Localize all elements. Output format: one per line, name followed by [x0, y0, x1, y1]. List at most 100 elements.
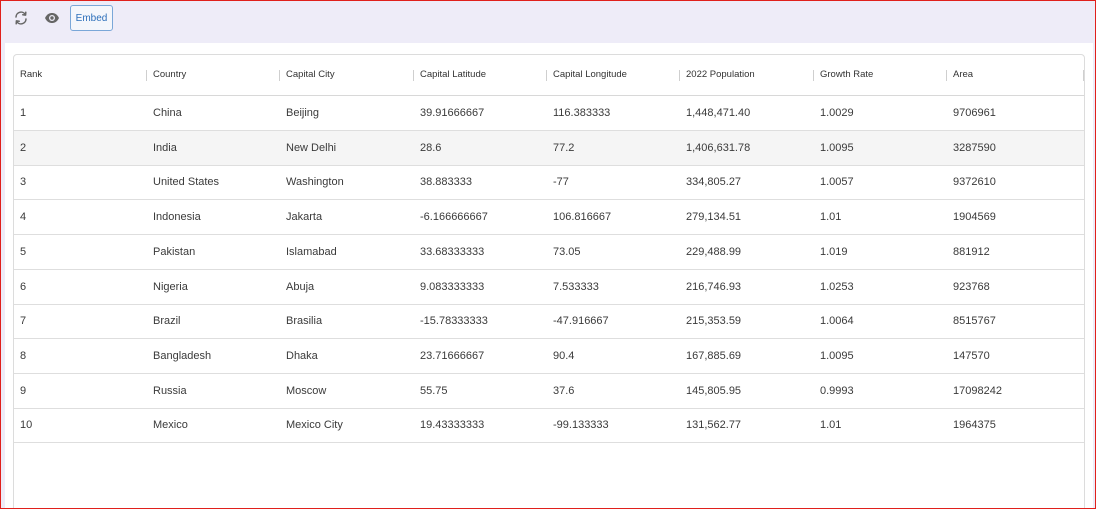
cell-capital-latitude: -6.166666667: [420, 211, 488, 223]
cell-area: 881912: [953, 246, 990, 258]
cell-capital-city: Brasilia: [286, 315, 323, 327]
content-panel: Rank Country Capital City Capital Latitude C…: [5, 43, 1093, 508]
cell-area: 9372610: [953, 176, 996, 188]
cell-capital-latitude: 23.71666667: [420, 350, 485, 362]
cell-capital-city: Mexico City: [286, 419, 343, 431]
table-row[interactable]: 10 Mexico Mexico City 19.43333333 -99.133333…: [14, 408, 1084, 443]
cell-country: India: [153, 142, 177, 154]
cell-capital-latitude: 33.68333333: [420, 246, 485, 258]
table-row[interactable]: 7 Brazil Brasilia -15.78333333 -47.916667 215…: [14, 304, 1084, 339]
cell-2022-population: 229,488.99: [686, 246, 742, 258]
cell-2022-population: 145,805.95: [686, 385, 742, 397]
cell-capital-latitude: 55.75: [420, 385, 448, 397]
cell-growth-rate: 1.0253: [820, 281, 854, 293]
cell-capital-longitude: -99.133333: [553, 419, 609, 431]
cell-area: 147570: [953, 350, 990, 362]
cell-2022-population: 216,746.93: [686, 281, 742, 293]
table-row[interactable]: 8 Bangladesh Dhaka 23.71666667 90.4 167,885.6…: [14, 339, 1084, 374]
cell-capital-longitude: 90.4: [553, 350, 575, 362]
cell-country: Brazil: [153, 315, 181, 327]
cell-capital-longitude: 77.2: [553, 142, 575, 154]
data-table: Rank Country Capital City Capital Latitude C…: [13, 54, 1085, 508]
table-row[interactable]: 6 Nigeria Abuja 9.083333333 7.533333 216,746.…: [14, 270, 1084, 305]
cell-capital-latitude: 39.91666667: [420, 107, 485, 119]
cell-capital-city: Washington: [286, 176, 344, 188]
cell-2022-population: 131,562.77: [686, 419, 742, 431]
eye-icon: [44, 10, 60, 31]
table-row[interactable]: 3 United States Washington 38.883333 -77 334,…: [14, 165, 1084, 200]
cell-2022-population: 167,885.69: [686, 350, 742, 362]
cell-growth-rate: 1.0095: [820, 350, 854, 362]
cell-rank: 9: [20, 385, 27, 397]
cell-capital-city: Dhaka: [286, 350, 318, 362]
header-growth-rate[interactable]: Growth Rate: [814, 55, 947, 95]
cell-area: 3287590: [953, 142, 996, 154]
preview-button[interactable]: [42, 10, 62, 30]
cell-capital-city: Moscow: [286, 385, 327, 397]
cell-capital-latitude: 9.083333333: [420, 281, 485, 293]
cell-area: 17098242: [953, 385, 1002, 397]
header-rank[interactable]: Rank: [14, 55, 147, 95]
cell-rank: 7: [20, 315, 27, 327]
cell-capital-latitude: 19.43333333: [420, 419, 485, 431]
cell-capital-longitude: 106.816667: [553, 211, 612, 223]
header-2022-population[interactable]: 2022 Population: [680, 55, 814, 95]
cell-area: 923768: [953, 281, 990, 293]
cell-area: 9706961: [953, 107, 996, 119]
cell-capital-city: Abuja: [286, 281, 315, 293]
cell-capital-city: Islamabad: [286, 246, 337, 258]
cell-capital-longitude: 116.383333: [553, 107, 611, 119]
column-resize-handle[interactable]: [1083, 70, 1084, 81]
table-row[interactable]: 4 Indonesia Jakarta -6.166666667 106.816667 2…: [14, 200, 1084, 235]
cell-area: 1964375: [953, 419, 996, 431]
cell-capital-longitude: 37.6: [553, 385, 575, 397]
refresh-icon: [13, 10, 29, 31]
app-frame: Embed Rank Country Capital City Capital Lat…: [0, 0, 1096, 509]
header-capital-city[interactable]: Capital City: [280, 55, 414, 95]
cell-country: Nigeria: [153, 281, 188, 293]
cell-country: Indonesia: [153, 211, 201, 223]
cell-growth-rate: 1.019: [820, 246, 848, 258]
cell-country: Russia: [153, 385, 187, 397]
header-country[interactable]: Country: [147, 55, 280, 95]
cell-capital-latitude: 28.6: [420, 142, 442, 154]
cell-area: 1904569: [953, 211, 996, 223]
table-row[interactable]: 9 Russia Moscow 55.75 37.6 145,805.95 0.9993 17…: [14, 374, 1084, 409]
cell-growth-rate: 1.01: [820, 211, 842, 223]
header-area[interactable]: Area: [947, 55, 1084, 95]
cell-rank: 10: [20, 419, 33, 431]
cell-2022-population: 334,805.27: [686, 176, 742, 188]
cell-capital-latitude: -15.78333333: [420, 315, 488, 327]
cell-capital-city: New Delhi: [286, 142, 337, 154]
cell-rank: 3: [20, 176, 27, 188]
cell-2022-population: 1,448,471.40: [686, 107, 751, 119]
refresh-button[interactable]: [11, 10, 31, 30]
cell-growth-rate: 1.01: [820, 419, 842, 431]
cell-rank: 6: [20, 281, 27, 293]
cell-rank: 4: [20, 211, 27, 223]
cell-2022-population: 215,353.59: [686, 315, 742, 327]
cell-growth-rate: 0.9993: [820, 385, 854, 397]
cell-country: Pakistan: [153, 246, 196, 258]
table-row[interactable]: 5 Pakistan Islamabad 33.68333333 73.05 229,48…: [14, 235, 1084, 270]
cell-country: China: [153, 107, 182, 119]
embed-button[interactable]: Embed: [70, 5, 113, 31]
cell-country: Bangladesh: [153, 350, 212, 362]
header-capital-longitude[interactable]: Capital Longitude: [547, 55, 680, 95]
cell-capital-longitude: -47.916667: [553, 315, 609, 327]
table-row[interactable]: 2 India New Delhi 28.6 77.2 1,406,631.78 1.009…: [14, 131, 1084, 166]
toolbar: Embed: [1, 1, 1095, 41]
header-capital-latitude[interactable]: Capital Latitude: [414, 55, 547, 95]
cell-capital-city: Beijing: [286, 107, 320, 119]
cell-growth-rate: 1.0095: [820, 142, 854, 154]
cell-growth-rate: 1.0057: [820, 176, 854, 188]
cell-2022-population: 1,406,631.78: [686, 142, 751, 154]
cell-country: Mexico: [153, 419, 188, 431]
cell-rank: 1: [20, 107, 27, 119]
cell-growth-rate: 1.0064: [820, 315, 854, 327]
cell-capital-longitude: 73.05: [553, 246, 581, 258]
table-row[interactable]: 1 China Beijing 39.91666667 116.383333 1,448,…: [14, 96, 1084, 131]
cell-rank: 8: [20, 350, 27, 362]
cell-capital-longitude: -77: [553, 176, 569, 188]
cell-area: 8515767: [953, 315, 996, 327]
